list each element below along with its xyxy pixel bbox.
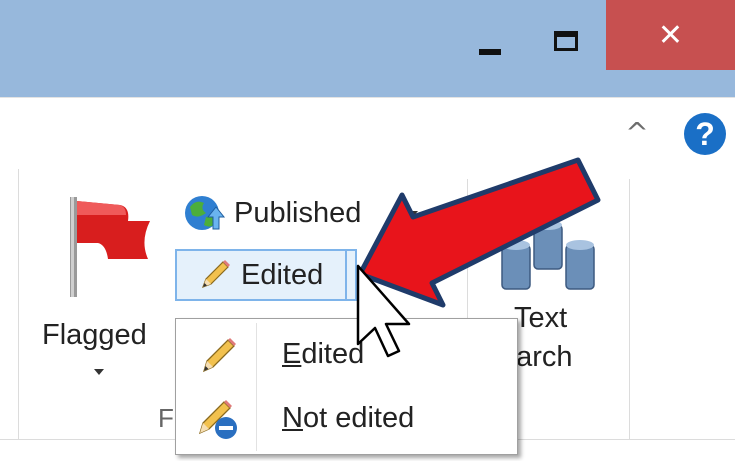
menu-item-not-edited[interactable]: Not edited xyxy=(178,387,516,451)
menu-item-label: Edited xyxy=(282,338,365,370)
help-button[interactable]: ? xyxy=(684,113,726,155)
maximize-button[interactable] xyxy=(535,10,595,70)
close-icon: ✕ xyxy=(657,17,684,53)
edited-label: Edited xyxy=(241,259,324,291)
menu-item-edited[interactable]: Edited xyxy=(178,323,516,387)
ribbon-divider xyxy=(18,169,19,439)
published-label: Published xyxy=(234,197,362,229)
pencil-not-edited-icon xyxy=(198,400,237,439)
globe-icon xyxy=(185,196,226,230)
dropdown-arrow-icon xyxy=(406,211,418,218)
flag-icon xyxy=(70,197,150,297)
edited-dropdown-toggle[interactable] xyxy=(347,251,359,299)
collapse-ribbon-icon[interactable]: ^ xyxy=(622,118,652,148)
dropdown-arrow-icon xyxy=(94,369,104,375)
minimize-button[interactable] xyxy=(461,10,511,70)
chevron-up-icon: ^ xyxy=(625,116,649,149)
edited-dropdown-menu: Edited Not edited xyxy=(175,318,518,455)
help-icon: ? xyxy=(695,116,715,152)
pencil-icon xyxy=(202,338,236,373)
text-search-label-line1: Text xyxy=(514,302,568,334)
maximize-icon xyxy=(554,31,578,51)
published-button[interactable]: Published xyxy=(180,191,440,235)
group-separator xyxy=(629,179,630,439)
database-search-icon xyxy=(501,220,595,290)
flagged-button[interactable]: Flagged xyxy=(34,191,174,381)
edited-button[interactable]: Edited xyxy=(177,251,344,299)
menu-item-label: Not edited xyxy=(282,402,415,434)
pencil-icon xyxy=(201,260,230,289)
edited-split-button[interactable]: Edited xyxy=(175,249,357,301)
close-button[interactable]: ✕ xyxy=(606,0,735,70)
minimize-icon xyxy=(479,49,501,55)
flagged-label: Flagged xyxy=(42,319,147,351)
group-label: F xyxy=(158,403,174,433)
ribbon-tab-row: ^ ? xyxy=(0,97,735,170)
window-titlebar: ✕ xyxy=(0,0,735,97)
